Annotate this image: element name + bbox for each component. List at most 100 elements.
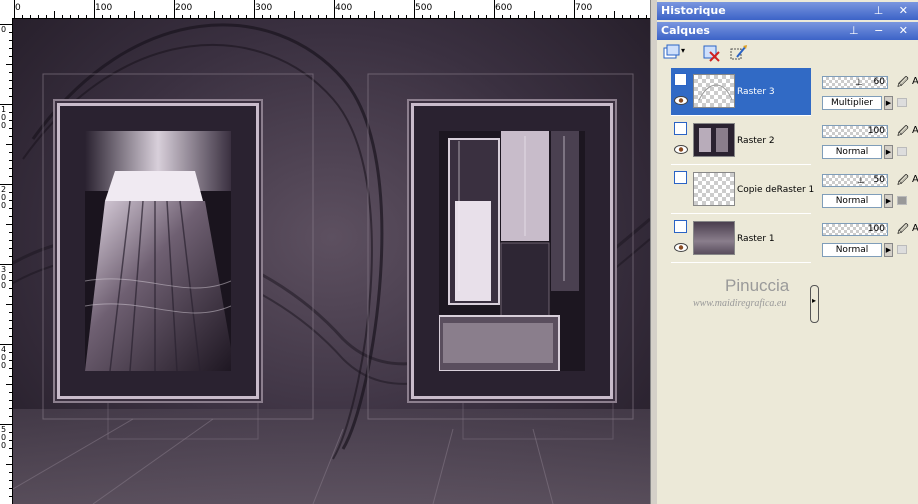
ruler-tick (9, 192, 12, 193)
ruler-tick (214, 11, 215, 18)
ruler-label: 500 (415, 3, 433, 13)
ruler-tick (646, 15, 647, 18)
ruler-tick (430, 15, 431, 18)
ruler-tick (9, 312, 12, 313)
blend-mode-select[interactable]: Multiplier (822, 96, 882, 110)
blend-mode-arrow-icon[interactable]: ▶ (884, 243, 893, 257)
opacity-slider[interactable]: ⊥ 50 (822, 174, 888, 187)
ruler-tick (38, 15, 39, 18)
raster-layer-icon (674, 122, 687, 135)
lock-label: A (912, 125, 918, 136)
palette-splitter-handle[interactable] (810, 285, 819, 323)
ruler-tick (9, 408, 12, 409)
door-photo (439, 131, 585, 371)
layer-properties-icon[interactable] (729, 43, 749, 63)
link-toggle-icon[interactable] (897, 98, 907, 107)
ruler-tick (6, 144, 12, 145)
ruler-label: 0 (1, 25, 7, 34)
blend-mode-arrow-icon[interactable]: ▶ (884, 96, 893, 110)
lock-transparency-icon[interactable]: 🖉 (897, 224, 911, 236)
ruler-tick (198, 15, 199, 18)
ruler-tick (446, 15, 447, 18)
ruler-tick (9, 368, 12, 369)
ruler-tick (582, 15, 583, 18)
new-layer-icon[interactable] (661, 43, 681, 63)
layer-name: Raster 2 (737, 136, 775, 146)
visibility-eye-icon[interactable] (674, 96, 688, 105)
ruler-tick (158, 15, 159, 18)
ruler-tick (9, 488, 12, 489)
ruler-tick (6, 384, 12, 385)
ruler-tick (166, 15, 167, 18)
lock-transparency-icon[interactable]: 🖉 (897, 77, 911, 89)
image-canvas[interactable] (13, 19, 650, 504)
ruler-tick (9, 168, 12, 169)
blend-mode-arrow-icon[interactable]: ▶ (884, 145, 893, 159)
ruler-tick (9, 256, 12, 257)
ruler-tick (9, 56, 12, 57)
ruler-tick (398, 15, 399, 18)
visibility-eye-icon[interactable] (674, 145, 688, 154)
link-toggle-icon[interactable] (897, 245, 907, 254)
history-palette-titlebar[interactable]: Historique ⊥ ✕ (657, 2, 918, 20)
blend-mode-select[interactable]: Normal (822, 145, 882, 159)
ruler-label: 5 0 0 (1, 425, 7, 450)
blend-mode-arrow-icon[interactable]: ▶ (884, 194, 893, 208)
ruler-tick (414, 0, 415, 18)
ruler-tick (9, 360, 12, 361)
delete-layer-icon[interactable] (701, 43, 721, 63)
ruler-tick (246, 15, 247, 18)
ruler-tick (326, 15, 327, 18)
ruler-tick (9, 432, 12, 433)
visibility-eye-icon[interactable] (674, 243, 688, 252)
opacity-slider[interactable]: ⊥ 60 (822, 76, 888, 89)
blend-mode-select[interactable]: Normal (822, 194, 882, 208)
ruler-tick (9, 88, 12, 89)
layer-row-raster-3[interactable]: Raster 3 (671, 68, 811, 116)
ruler-tick (6, 224, 12, 225)
opacity-value: 100 (867, 126, 885, 136)
ruler-tick (550, 15, 551, 18)
ruler-tick (9, 240, 12, 241)
ruler-tick (238, 15, 239, 18)
lock-transparency-icon[interactable]: 🖉 (897, 126, 911, 138)
ruler-tick (574, 0, 575, 18)
ruler-tick (142, 15, 143, 18)
layers-palette-titlebar[interactable]: Calques ⊥ − ✕ (657, 22, 918, 40)
canvas-vertical-scrollbar[interactable] (650, 0, 657, 504)
layers-toolbar: ▾ (657, 40, 918, 67)
ruler-tick (9, 280, 12, 281)
layer-thumbnail (693, 172, 735, 206)
ruler-tick (526, 15, 527, 18)
ruler-tick (566, 15, 567, 18)
ruler-tick (6, 464, 12, 465)
lock-transparency-icon[interactable]: 🖉 (897, 175, 911, 187)
palette-window-buttons[interactable]: ⊥ − ✕ (849, 22, 914, 40)
ruler-tick (9, 48, 12, 49)
ruler-tick (9, 232, 12, 233)
ruler-tick (518, 15, 519, 18)
ruler-tick (390, 15, 391, 18)
blend-mode-select[interactable]: Normal (822, 243, 882, 257)
layer-row-copie-deraster-1[interactable]: Copie deRaster 1 (671, 166, 814, 214)
opacity-slider[interactable]: 100 (822, 223, 888, 236)
ruler-tick (9, 176, 12, 177)
ruler-tick (9, 472, 12, 473)
ruler-tick (9, 152, 12, 153)
palette-window-buttons[interactable]: ⊥ ✕ (874, 2, 914, 20)
ruler-label: 300 (255, 3, 273, 13)
ruler-tick (374, 11, 375, 18)
link-toggle-icon[interactable] (897, 196, 907, 205)
new-layer-dropdown-icon[interactable]: ▾ (681, 46, 685, 55)
layer-row-raster-1[interactable]: Raster 1 (671, 215, 811, 263)
layer-row-raster-2[interactable]: Raster 2 (671, 117, 811, 165)
opacity-slider[interactable]: 100 (822, 125, 888, 138)
ruler-tick (638, 15, 639, 18)
ruler-tick (278, 15, 279, 18)
ruler-tick (454, 11, 455, 18)
ruler-tick (502, 15, 503, 18)
link-toggle-icon[interactable] (897, 147, 907, 156)
ruler-tick (22, 15, 23, 18)
ruler-tick (486, 15, 487, 18)
ruler-tick (9, 352, 12, 353)
